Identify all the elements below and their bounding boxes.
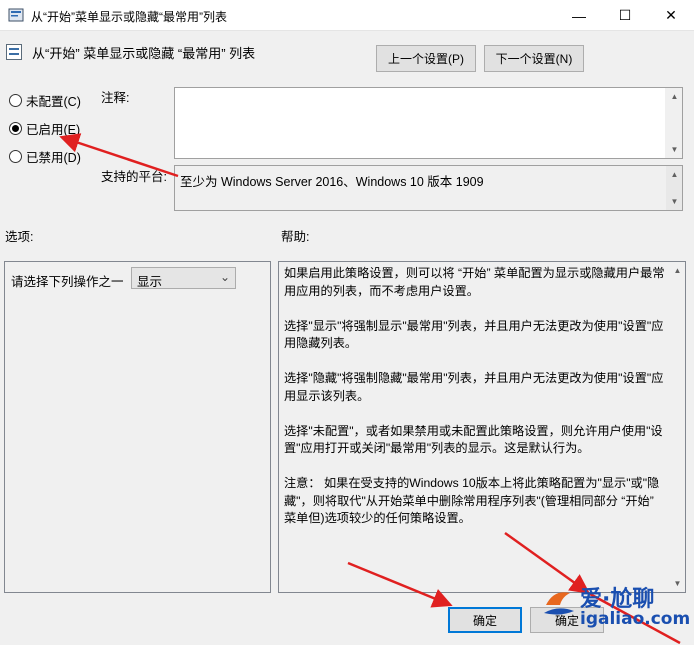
help-paragraph: 如果启用此策略设置，则可以将 “开始” 菜单配置为显示或隐藏用户最常用应用的列表… [284,266,665,298]
window-title: 从“开始”菜单显示或隐藏“最常用”列表 [31,10,227,24]
next-setting-button[interactable]: 下一个设置(N) [484,45,584,72]
radio-label: 已启用(E) [26,123,81,137]
chevron-down-icon: ⌄ [219,270,230,284]
scroll-up-icon[interactable]: ▲ [666,88,683,105]
title-bar: 从“开始”菜单显示或隐藏“最常用”列表 — ☐ ✕ [0,0,694,31]
watermark-url: igaliao.com [580,609,691,629]
policy-header: 从“开始” 菜单显示或隐藏 “最常用” 列表 [0,38,694,66]
scroll-down-icon[interactable]: ▼ [666,193,683,210]
policy-title: 从“开始” 菜单显示或隐藏 “最常用” 列表 [32,46,256,61]
comment-field[interactable]: ▲ ▼ [174,87,683,159]
scroll-down-icon[interactable]: ▼ [666,141,683,158]
close-button[interactable]: ✕ [648,0,694,31]
supported-platform-label: 支持的平台: [101,170,167,184]
radio-circle[interactable] [9,122,22,135]
help-panel: 如果启用此策略设置，则可以将 “开始” 菜单配置为显示或隐藏用户最常用应用的列表… [278,261,686,593]
minimize-button[interactable]: — [556,0,602,31]
maximize-button[interactable]: ☐ [602,0,648,31]
help-paragraph: 选择"显示"将强制显示"最常用"列表，并且用户无法更改为使用"设置"应用隐藏列表… [284,318,664,351]
display-mode-dropdown[interactable]: 显示 ⌄ [131,267,236,289]
radio-label: 未配置(C) [26,95,81,109]
options-label: 选项: [5,230,34,244]
policy-setting-icon [6,44,22,60]
radio-not-configured[interactable]: 未配置(C) [9,91,81,110]
options-select-label: 请选择下列操作之一 [11,275,124,289]
comment-scrollbar[interactable]: ▲ ▼ [665,88,682,158]
radio-label: 已禁用(D) [26,151,81,165]
radio-circle[interactable] [9,94,22,107]
options-panel: 请选择下列操作之一 显示 ⌄ [4,261,271,593]
help-paragraph: 选择"隐藏"将强制隐藏"最常用"列表，并且用户无法更改为使用"设置"应用显示该列… [284,371,664,403]
help-scrollbar[interactable]: ▲ ▼ [668,262,685,592]
scroll-up-icon[interactable]: ▲ [666,166,683,183]
watermark-logo-icon [544,592,574,615]
scroll-up-icon[interactable]: ▲ [669,262,686,279]
help-paragraph: 注意： 如果在受支持的Windows 10版本上将此策略配置为"显示"或"隐藏"… [284,476,660,525]
radio-circle[interactable] [9,150,22,163]
watermark: 爱·尬聊 igaliao.com [540,577,690,637]
ok-button[interactable]: 确定 [448,607,522,633]
help-label: 帮助: [281,230,310,244]
radio-enabled[interactable]: 已启用(E) [9,119,80,138]
dropdown-value: 显示 [137,275,163,289]
policy-editor-icon [8,8,24,22]
comment-label: 注释: [101,91,130,105]
platform-scrollbar[interactable]: ▲ ▼ [665,166,682,210]
previous-setting-button[interactable]: 上一个设置(P) [376,45,476,72]
help-paragraph: 选择"未配置"，或者如果禁用或未配置此策略设置，则允许用户使用"设置"应用打开或… [284,423,663,456]
supported-platform-field: 至少为 Windows Server 2016、Windows 10 版本 19… [174,165,683,211]
supported-platform-value: 至少为 Windows Server 2016、Windows 10 版本 19… [180,175,484,189]
help-text: 如果启用此策略设置，则可以将 “开始” 菜单配置为显示或隐藏用户最常用应用的列表… [284,265,668,545]
radio-disabled[interactable]: 已禁用(D) [9,147,81,166]
